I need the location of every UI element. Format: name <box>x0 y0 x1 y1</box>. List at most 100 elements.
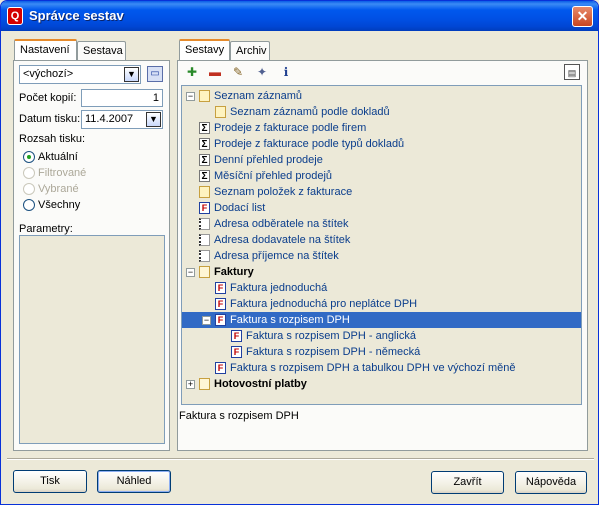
tree-item[interactable]: Seznam položek z fakturace <box>182 184 581 200</box>
tab-archiv[interactable]: Archiv <box>230 41 270 61</box>
tree-item[interactable]: − Seznam záznamů <box>182 88 581 104</box>
tree-item[interactable]: Σ Prodeje z fakturace podle firem <box>182 120 581 136</box>
radio-selected[interactable]: Vybrané <box>23 183 79 196</box>
radio-current[interactable]: Aktuální <box>23 151 78 164</box>
form-report-icon: F <box>215 314 226 326</box>
footer-separator <box>7 458 594 460</box>
document-icon <box>215 106 226 118</box>
edit-report-icon[interactable]: ✎ <box>230 64 246 80</box>
tree-item[interactable]: F Dodací list <box>182 200 581 216</box>
tree-item[interactable]: Adresa dodavatele na štítek <box>182 232 581 248</box>
collapse-icon[interactable]: − <box>186 268 195 277</box>
title-bar[interactable]: Q Správce sestav ✕ <box>1 1 598 31</box>
form-report-icon: F <box>199 202 210 214</box>
tree-item-label: Seznam záznamů podle dokladů <box>230 106 390 118</box>
radio-filtered[interactable]: Filtrované <box>23 167 87 180</box>
close-button[interactable]: Zavřít <box>431 471 504 494</box>
view-options-icon[interactable]: ▤ <box>564 64 580 80</box>
radio-label: Všechny <box>38 199 81 211</box>
expand-icon[interactable]: + <box>186 380 195 389</box>
radio-circle <box>23 167 35 180</box>
radio-all[interactable]: Všechny <box>23 199 81 212</box>
document-icon <box>199 186 210 198</box>
help-button[interactable]: Nápověda <box>515 471 587 494</box>
delete-report-icon[interactable]: ▬ <box>207 64 223 80</box>
tree-item-label: Faktury <box>214 266 254 278</box>
tab-nastaveni[interactable]: Nastavení <box>14 39 77 61</box>
tree-item[interactable]: Σ Denní přehled prodeje <box>182 152 581 168</box>
form-report-icon: F <box>231 346 242 358</box>
form-report-icon: F <box>215 282 226 294</box>
tab-label: Sestava <box>83 45 123 57</box>
profile-select[interactable]: <výchozí> ▼ <box>19 65 141 84</box>
tree-item[interactable]: − F Faktura s rozpisem DPH <box>182 312 581 328</box>
reports-tree[interactable]: − Seznam záznamů Seznam záznamů podle dokl… <box>181 85 582 405</box>
collapse-icon[interactable]: − <box>186 92 195 101</box>
app-icon: Q <box>7 7 23 25</box>
copies-input[interactable]: 1 <box>81 89 163 107</box>
tree-item[interactable]: F Faktura s rozpisem DPH a tabulkou DPH v… <box>182 360 581 376</box>
tree-item[interactable]: Adresa odběratele na štítek <box>182 216 581 232</box>
close-window-button[interactable]: ✕ <box>572 6 593 27</box>
tree-item-label: Faktura jednoduchá pro neplátce DPH <box>230 298 418 310</box>
tree-item[interactable]: F Faktura s rozpisem DPH - německá <box>182 344 581 360</box>
tab-sestavy[interactable]: Sestavy <box>179 39 230 61</box>
tree-item[interactable]: Seznam záznamů podle dokladů <box>182 104 581 120</box>
collapse-icon[interactable]: − <box>202 316 211 325</box>
preview-button[interactable]: Náhled <box>97 470 171 493</box>
button-label: Zavřít <box>453 476 482 488</box>
tree-item-label: Prodeje z fakturace podle typů dokladů <box>214 138 405 150</box>
window-title: Správce sestav <box>29 8 124 23</box>
radio-label: Vybrané <box>38 183 79 195</box>
tree-item-label: Hotovostní platby <box>214 378 307 390</box>
radio-label: Aktuální <box>38 151 78 163</box>
tree-item-label: Prodeje z fakturace podle firem <box>214 122 367 134</box>
params-label: Parametry: <box>19 223 73 235</box>
params-area[interactable] <box>19 235 165 444</box>
tree-item-label: Seznam záznamů <box>214 90 303 102</box>
tab-sestava[interactable]: Sestava <box>77 41 126 61</box>
tab-label: Sestavy <box>185 44 225 56</box>
document-icon <box>199 90 210 102</box>
date-picker[interactable]: 11.4.2007 ▼ <box>81 110 163 129</box>
tree-item-label: Faktura s rozpisem DPH - německá <box>246 346 421 358</box>
tree-item[interactable]: F Faktura s rozpisem DPH - anglická <box>182 328 581 344</box>
report-info-icon[interactable]: ℹ <box>278 64 294 80</box>
chevron-down-icon[interactable]: ▼ <box>146 112 161 127</box>
report-properties-icon[interactable]: ✦ <box>254 64 270 80</box>
tree-item-label: Seznam položek z fakturace <box>214 186 353 198</box>
label-icon <box>199 234 210 246</box>
tree-item[interactable]: Σ Měsíční přehled prodejů <box>182 168 581 184</box>
tree-item[interactable]: F Faktura jednoduchá <box>182 280 581 296</box>
tree-item-label: Faktura s rozpisem DPH a tabulkou DPH ve… <box>230 362 516 374</box>
tree-item-label: Denní přehled prodeje <box>214 154 323 166</box>
tree-item-label: Měsíční přehled prodejů <box>214 170 333 182</box>
date-label: Datum tisku: <box>19 113 81 125</box>
report-manager-window: Q Správce sestav ✕ Nastavení Sestava <vý… <box>0 0 599 505</box>
sigma-icon: Σ <box>199 154 210 166</box>
tree-item[interactable]: + Hotovostní platby <box>182 376 581 392</box>
tree-item-label: Dodací list <box>214 202 266 214</box>
tree-item-label: Faktura s rozpisem DPH - anglická <box>246 330 416 342</box>
form-report-icon: F <box>231 330 242 342</box>
radio-circle <box>23 183 35 196</box>
tree-item-label: Adresa odběratele na štítek <box>214 218 349 230</box>
tree-item[interactable]: F Faktura jednoduchá pro neplátce DPH <box>182 296 581 312</box>
radio-label: Filtrované <box>38 167 87 179</box>
print-button[interactable]: Tisk <box>13 470 87 493</box>
sigma-icon: Σ <box>199 170 210 182</box>
radio-circle <box>23 151 35 164</box>
tree-item[interactable]: Adresa příjemce na štítek <box>182 248 581 264</box>
tab-label: Archiv <box>236 45 267 57</box>
tree-item[interactable]: Σ Prodeje z fakturace podle typů dokladů <box>182 136 581 152</box>
tree-item-label: Adresa příjemce na štítek <box>214 250 339 262</box>
folder-browse-icon[interactable]: ▭ <box>147 66 163 82</box>
form-report-icon: F <box>215 298 226 310</box>
folder-icon <box>199 378 210 390</box>
tree-item[interactable]: − Faktury <box>182 264 581 280</box>
folder-icon <box>199 266 210 278</box>
label-icon <box>199 218 210 230</box>
range-label: Rozsah tisku: <box>19 133 86 145</box>
chevron-down-icon[interactable]: ▼ <box>124 67 139 82</box>
add-report-icon[interactable]: ✚ <box>184 64 200 80</box>
